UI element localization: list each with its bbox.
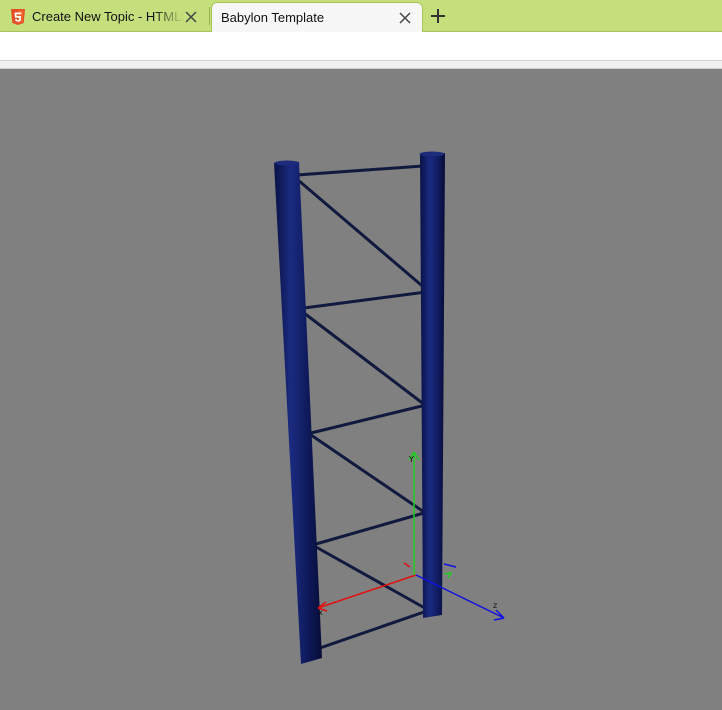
diagonal-brace xyxy=(309,433,426,514)
y-axis-label: Y xyxy=(408,455,414,464)
bookmark-bar xyxy=(0,61,722,69)
horizontal-brace xyxy=(302,290,428,310)
tab-babylon-template[interactable]: Babylon Template xyxy=(211,2,423,32)
horizontal-brace xyxy=(309,403,428,435)
z-axis-label: z xyxy=(493,601,497,610)
right-post xyxy=(420,153,445,618)
x-axis-label: x xyxy=(318,608,323,617)
diagonal-brace xyxy=(296,178,429,292)
tab-strip: Create New Topic - HTML5 Babylon Templat… xyxy=(0,0,722,32)
close-icon[interactable] xyxy=(398,11,412,25)
horizontal-brace xyxy=(314,511,426,546)
tab-title: Create New Topic - HTML5 xyxy=(32,9,184,24)
rotation-marker-red xyxy=(403,562,411,568)
x-axis-line xyxy=(317,574,417,609)
horizontal-brace xyxy=(318,610,426,650)
left-post-cap xyxy=(274,160,300,166)
rotation-marker-green xyxy=(443,572,453,579)
diagonal-brace xyxy=(314,545,425,609)
horizontal-brace xyxy=(295,164,425,177)
left-post xyxy=(274,162,322,664)
rotation-marker-blue xyxy=(443,563,457,568)
close-icon[interactable] xyxy=(184,10,198,24)
tab-title: Babylon Template xyxy=(221,10,325,25)
right-post-cap xyxy=(419,151,445,157)
address-bar[interactable] xyxy=(0,36,722,56)
tab-create-new-topic[interactable]: Create New Topic - HTML5 xyxy=(0,2,208,31)
tab-separator xyxy=(209,7,210,25)
diagonal-brace xyxy=(302,311,427,407)
browser-toolbar xyxy=(0,32,722,61)
render-scene: x Y z xyxy=(274,151,505,664)
html5-icon xyxy=(11,8,25,25)
babylon-canvas[interactable]: x Y z xyxy=(0,69,722,710)
plus-icon[interactable] xyxy=(428,6,448,26)
